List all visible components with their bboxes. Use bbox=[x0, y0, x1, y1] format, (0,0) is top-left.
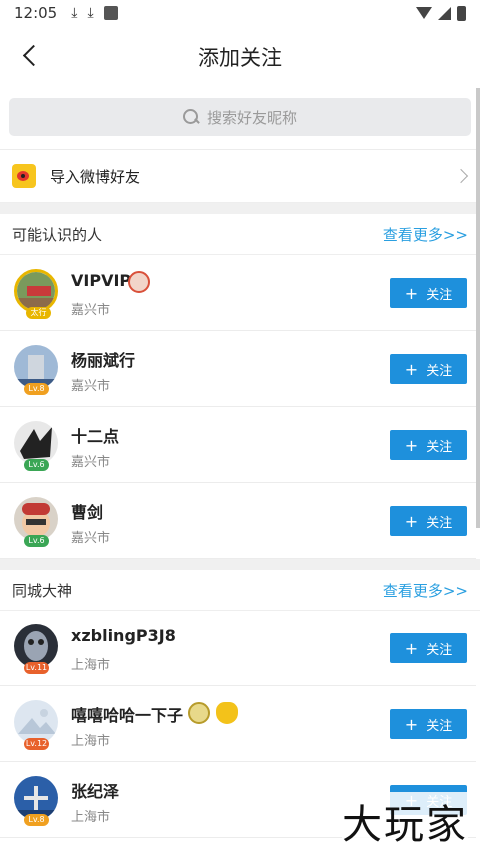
user-name[interactable]: 十二点 bbox=[71, 423, 119, 447]
status-bar: 12:05 ⤓ ⤓ bbox=[0, 0, 480, 26]
battery-icon bbox=[457, 5, 466, 21]
user-row[interactable]: Lv.12 嘻嘻哈哈一下子 上海市 + 关注 bbox=[0, 686, 476, 762]
user-name[interactable]: 张纪泽 bbox=[71, 778, 119, 802]
back-arrow-icon[interactable] bbox=[18, 42, 48, 72]
follow-label: 关注 bbox=[426, 363, 453, 379]
follow-label: 关注 bbox=[426, 642, 453, 658]
medal-icon bbox=[188, 702, 210, 724]
user-name[interactable]: xzblingP3J8 bbox=[71, 626, 176, 645]
user-city: 嘉兴市 bbox=[71, 303, 111, 318]
level-badge: Lv.11 bbox=[24, 662, 49, 674]
chevron-right-icon bbox=[453, 168, 469, 184]
search-placeholder: 搜索好友昵称 bbox=[206, 108, 297, 127]
user-name[interactable]: 曹剑 bbox=[71, 499, 103, 523]
vip-medal-icon bbox=[128, 271, 150, 293]
title-bar: 添加关注 bbox=[0, 26, 480, 88]
section-header: 可能认识的人 查看更多>> bbox=[0, 214, 480, 255]
follow-button[interactable]: +关注 bbox=[390, 430, 467, 460]
watermark-logo: 大玩家 bbox=[342, 792, 468, 850]
follow-label: 关注 bbox=[426, 287, 453, 303]
user-name[interactable]: 嘻嘻哈哈一下子 bbox=[71, 702, 183, 726]
section-header: 同城大神 查看更多>> bbox=[0, 570, 480, 611]
search-area: 搜索好友昵称 bbox=[0, 88, 480, 150]
follow-label: 关注 bbox=[426, 515, 453, 531]
user-city: 嘉兴市 bbox=[71, 455, 111, 470]
follow-button[interactable]: +关注 bbox=[390, 278, 467, 308]
level-badge: Lv.6 bbox=[24, 535, 49, 547]
duck-badge-icon bbox=[216, 702, 238, 724]
level-badge: Lv.12 bbox=[24, 738, 49, 750]
import-weibo-friends[interactable]: 导入微博好友 bbox=[0, 150, 480, 203]
download-icon: ⤓ bbox=[87, 5, 94, 21]
user-row[interactable]: Lv.11 xzblingP3J8 上海市 + 关注 bbox=[0, 610, 476, 686]
scrollbar[interactable] bbox=[476, 88, 480, 528]
user-row[interactable]: Lv.6 曹剑 嘉兴市 + 关注 bbox=[0, 483, 476, 559]
follow-button[interactable]: +关注 bbox=[390, 633, 467, 663]
search-input[interactable]: 搜索好友昵称 bbox=[9, 98, 471, 136]
follow-button[interactable]: +关注 bbox=[390, 506, 467, 536]
download-icon: ⤓ bbox=[71, 5, 78, 21]
user-name[interactable]: 杨丽斌行 bbox=[71, 347, 135, 371]
follow-button[interactable]: +关注 bbox=[390, 354, 467, 384]
follow-label: 关注 bbox=[426, 439, 453, 455]
see-more-link[interactable]: 查看更多>> bbox=[383, 224, 468, 245]
user-name[interactable]: VIPVIP bbox=[71, 271, 131, 290]
follow-label: 关注 bbox=[426, 718, 453, 734]
section-divider bbox=[0, 559, 480, 570]
search-icon bbox=[182, 109, 199, 125]
user-row[interactable]: Lv.6 十二点 嘉兴市 + 关注 bbox=[0, 407, 476, 483]
follow-button[interactable]: +关注 bbox=[390, 709, 467, 739]
weibo-icon bbox=[12, 164, 36, 188]
user-city: 上海市 bbox=[71, 810, 111, 825]
section-title: 同城大神 bbox=[12, 581, 73, 600]
notification-icon bbox=[103, 6, 118, 20]
status-time: 12:05 bbox=[14, 4, 58, 22]
level-badge: Lv.6 bbox=[24, 459, 49, 471]
page-title: 添加关注 bbox=[198, 46, 282, 70]
user-city: 上海市 bbox=[71, 658, 111, 673]
user-city: 嘉兴市 bbox=[71, 379, 111, 394]
wifi-icon bbox=[416, 7, 432, 19]
import-weibo-label: 导入微博好友 bbox=[50, 167, 141, 186]
section-title: 可能认识的人 bbox=[12, 225, 103, 244]
user-row[interactable]: Lv.8 杨丽斌行 嘉兴市 + 关注 bbox=[0, 331, 476, 407]
user-row[interactable]: 太行 VIPVIP 嘉兴市 + 关注 bbox=[0, 255, 476, 331]
user-city: 上海市 bbox=[71, 734, 111, 749]
see-more-link[interactable]: 查看更多>> bbox=[383, 580, 468, 601]
cellular-icon bbox=[438, 6, 451, 20]
level-badge: 太行 bbox=[26, 307, 51, 319]
level-badge: Lv.8 bbox=[24, 814, 49, 826]
user-city: 嘉兴市 bbox=[71, 531, 111, 546]
section-divider bbox=[0, 203, 480, 214]
level-badge: Lv.8 bbox=[24, 383, 49, 395]
